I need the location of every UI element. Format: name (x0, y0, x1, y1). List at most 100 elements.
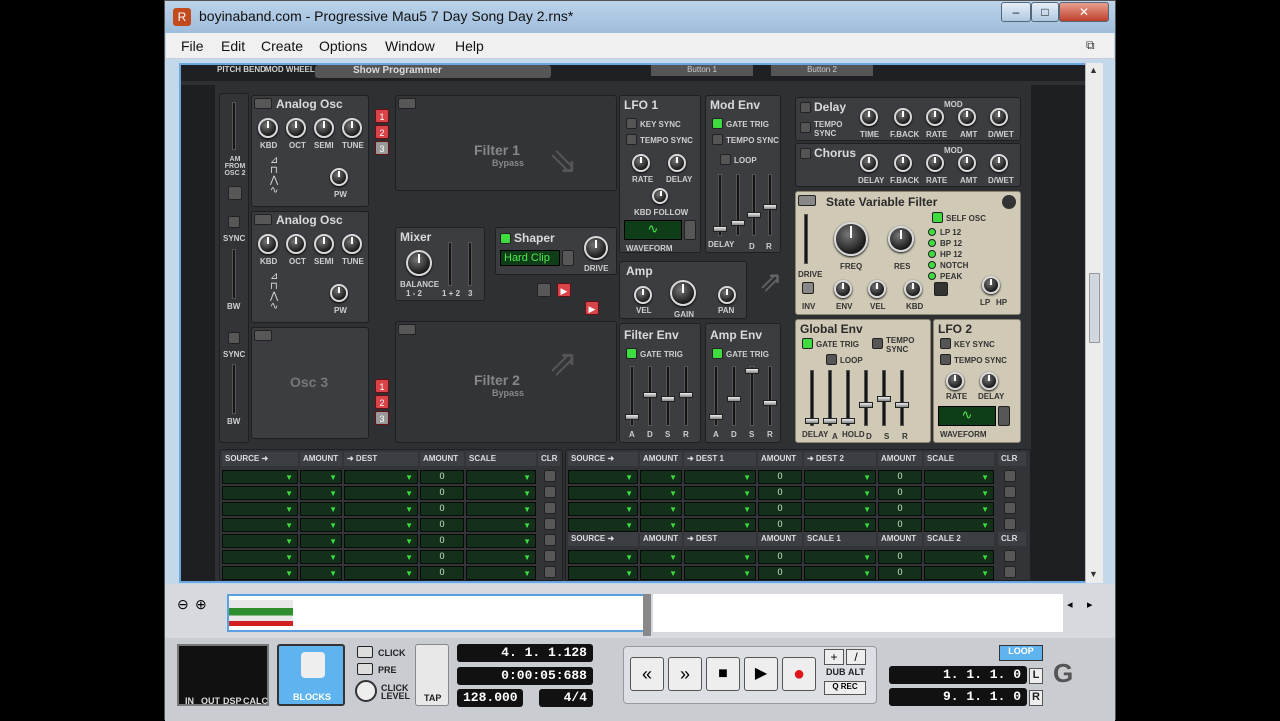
dub-button[interactable]: + (824, 649, 844, 665)
dropdown-arrow-icon[interactable]: ▼ (743, 569, 751, 578)
amp-env-s-handle[interactable] (745, 368, 759, 374)
position-display[interactable]: 4. 1. 1.128 (457, 644, 593, 662)
dropdown-arrow-icon[interactable]: ▼ (743, 553, 751, 562)
mm-right-a-select-cell[interactable]: ▼ (568, 470, 638, 484)
lfo1-delay-knob[interactable] (668, 154, 686, 172)
mm-left-clear-button[interactable] (544, 486, 556, 498)
mm-left-amount-cell[interactable]: 0 (420, 566, 464, 580)
delay-tempo-sync-led[interactable] (800, 122, 811, 133)
lfo1-tempo-sync-led[interactable] (626, 134, 637, 145)
delay-amt-knob[interactable] (958, 108, 976, 126)
dropdown-arrow-icon[interactable]: ▼ (285, 521, 293, 530)
click-toggle[interactable] (357, 646, 373, 658)
mm-left-amount-cell[interactable]: 0 (420, 486, 464, 500)
mm-right-b-select-cell[interactable]: ▼ (640, 566, 682, 580)
menu-window[interactable]: Window (385, 38, 435, 54)
mod-env-a-handle[interactable] (731, 220, 745, 226)
restore-icon[interactable]: ⧉ (1086, 38, 1095, 53)
play-button[interactable]: ▶ (744, 657, 778, 691)
sync-button-1[interactable] (228, 216, 240, 228)
delay-fback-knob[interactable] (894, 108, 912, 126)
scroll-thumb[interactable] (1089, 273, 1100, 343)
mm-right-a-amount-cell[interactable]: 0 (878, 502, 922, 516)
mm-right-a-select-cell[interactable]: ▼ (924, 518, 994, 532)
osc1-oct-knob[interactable] (286, 118, 306, 138)
button-2[interactable]: Button 2 (771, 65, 873, 76)
mm-left-select-cell[interactable]: ▼ (300, 502, 342, 516)
mm-left-amount-cell[interactable]: 0 (420, 470, 464, 484)
global-env-s-handle[interactable] (877, 396, 891, 402)
alt-button[interactable]: / (846, 649, 866, 665)
chorus-delay-knob[interactable] (860, 154, 878, 172)
svf-drive-fader[interactable] (804, 214, 808, 264)
mm-right-b-clear-button[interactable] (1004, 550, 1016, 562)
osc1-tune-knob[interactable] (342, 118, 362, 138)
osc1-semi-knob[interactable] (314, 118, 334, 138)
mm-left-select-cell[interactable]: ▼ (222, 550, 298, 564)
filter-env-gate-trig-led[interactable] (626, 348, 637, 359)
mm-left-clear-button[interactable] (544, 502, 556, 514)
delay-rate-knob[interactable] (926, 108, 944, 126)
mm-left-clear-button[interactable] (544, 518, 556, 530)
right-locator-button[interactable]: R (1029, 690, 1043, 706)
mm-left-select-cell[interactable]: ▼ (344, 550, 418, 564)
mm-left-select-cell[interactable]: ▼ (222, 566, 298, 580)
osc2-tune-knob[interactable] (342, 234, 362, 254)
left-locator-button[interactable]: L (1029, 668, 1043, 684)
q-rec-button[interactable]: Q REC (824, 681, 866, 695)
mm-left-select-cell[interactable]: ▼ (222, 534, 298, 548)
svf-inv-button[interactable] (802, 282, 814, 294)
osc2-waveform-icons[interactable]: ⊿ ⊓ ⋀ ∿ (270, 272, 278, 312)
dropdown-arrow-icon[interactable]: ▼ (329, 537, 337, 546)
filter1-type-selector[interactable] (398, 98, 416, 109)
mm-left-select-cell[interactable]: ▼ (344, 566, 418, 580)
mm-right-a-select-cell[interactable]: ▼ (568, 518, 638, 532)
title-bar[interactable]: R boyinaband.com - Progressive Mau5 7 Da… (165, 1, 1115, 33)
dropdown-arrow-icon[interactable]: ▼ (625, 521, 633, 530)
loop-button[interactable]: LOOP (999, 645, 1043, 661)
dropdown-arrow-icon[interactable]: ▼ (285, 505, 293, 514)
vertical-scrollbar[interactable]: ▲ ▼ (1085, 63, 1103, 583)
mm-left-select-cell[interactable]: ▼ (466, 486, 536, 500)
dropdown-arrow-icon[interactable]: ▼ (669, 553, 677, 562)
mm-left-amount-cell[interactable]: 0 (420, 502, 464, 516)
song-overview-right[interactable] (653, 594, 1063, 632)
svf-lp-hp-knob[interactable] (982, 276, 1000, 294)
mm-left-select-cell[interactable]: ▼ (466, 534, 536, 548)
close-button[interactable]: ✕ (1059, 2, 1109, 22)
filter2-route-3[interactable]: 3 (375, 411, 389, 425)
tempo-display[interactable]: 128.000 (457, 689, 523, 707)
amp-env-d-handle[interactable] (727, 396, 741, 402)
chorus-rate-knob[interactable] (926, 154, 944, 172)
mm-right-a-amount-cell[interactable]: 0 (878, 470, 922, 484)
filter1-route-2[interactable]: 2 (375, 125, 389, 139)
mm-right-a-select-cell[interactable]: ▼ (640, 486, 682, 500)
mm-left-select-cell[interactable]: ▼ (344, 486, 418, 500)
mm-left-clear-button[interactable] (544, 470, 556, 482)
delay-dwet-knob[interactable] (990, 108, 1008, 126)
overview-splitter[interactable] (643, 594, 651, 636)
mm-left-select-cell[interactable]: ▼ (222, 518, 298, 532)
signature-display[interactable]: 4/4 (539, 689, 593, 707)
osc2-semi-knob[interactable] (314, 234, 334, 254)
mm-right-a-select-cell[interactable]: ▼ (568, 486, 638, 500)
amp-pan-knob[interactable] (718, 286, 736, 304)
mm-left-select-cell[interactable]: ▼ (222, 470, 298, 484)
amp-env-r-fader[interactable] (768, 366, 772, 426)
scroll-up-icon[interactable]: ▲ (1089, 65, 1098, 75)
svf-self-osc-led[interactable] (932, 212, 943, 223)
global-env-r-handle[interactable] (895, 402, 909, 408)
mm-right-a-clear-button[interactable] (1004, 518, 1016, 530)
dropdown-arrow-icon[interactable]: ▼ (405, 505, 413, 514)
mm-left-clear-button[interactable] (544, 566, 556, 578)
mm-right-a-amount-cell[interactable]: 0 (758, 518, 802, 532)
dropdown-arrow-icon[interactable]: ▼ (329, 553, 337, 562)
mm-right-a-select-cell[interactable]: ▼ (924, 486, 994, 500)
osc1-pw-knob[interactable] (330, 168, 348, 186)
mm-left-select-cell[interactable]: ▼ (300, 566, 342, 580)
mm-left-select-cell[interactable]: ▼ (466, 470, 536, 484)
dropdown-arrow-icon[interactable]: ▼ (669, 473, 677, 482)
dropdown-arrow-icon[interactable]: ▼ (405, 553, 413, 562)
svf-freq-knob[interactable] (834, 222, 868, 256)
mm-right-a-amount-cell[interactable]: 0 (878, 518, 922, 532)
